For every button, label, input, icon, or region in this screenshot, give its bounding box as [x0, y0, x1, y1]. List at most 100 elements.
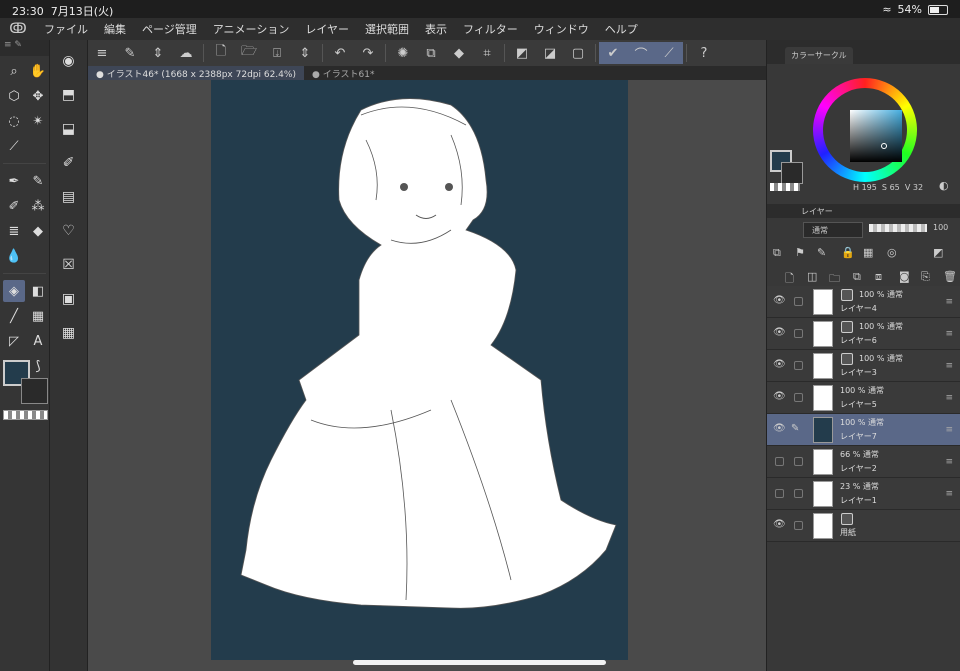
zoom-icon[interactable]: ⌕	[3, 60, 25, 82]
decoration-icon[interactable]: ≣	[3, 220, 25, 242]
saturation-value-square[interactable]	[850, 110, 902, 162]
cloud-icon[interactable]: ☁	[172, 42, 200, 64]
menu-file[interactable]: ファイル	[36, 21, 96, 37]
link-icon[interactable]: ⧈	[875, 270, 882, 284]
panel-sub-color[interactable]	[781, 162, 803, 184]
airbrush-icon[interactable]: ⁂	[27, 195, 49, 217]
layer-row-4[interactable]: 👁 100 % 通常 レイヤー4 ≡	[767, 286, 960, 318]
layer-panel-tab[interactable]: レイヤー	[801, 207, 833, 216]
layer-row-2[interactable]: 66 % 通常 レイヤー2 ≡	[767, 446, 960, 478]
layer-menu-icon[interactable]: ≡	[945, 457, 953, 467]
layer-row-5[interactable]: 👁 100 % 通常 レイヤー5 ≡	[767, 382, 960, 414]
color-mode-icon[interactable]: ◐	[939, 179, 949, 192]
layer-row-paper[interactable]: 👁 用紙	[767, 510, 960, 542]
menu-edit[interactable]: 編集	[96, 21, 134, 37]
redo-icon[interactable]: ↷	[354, 42, 382, 64]
loading-icon[interactable]: ✺	[389, 42, 417, 64]
color-panel-tab[interactable]: カラーサークル	[785, 47, 853, 64]
layer-row-3[interactable]: 👁 100 % 通常 レイヤー3 ≡	[767, 350, 960, 382]
new-vector-icon[interactable]: ◫	[807, 270, 817, 283]
open-folder-icon[interactable]: 🗁	[235, 42, 263, 64]
undo-icon[interactable]: ↶	[326, 42, 354, 64]
film-icon[interactable]: ▣	[56, 286, 82, 312]
eye-icon[interactable]: 👁	[773, 519, 786, 530]
selection2-icon[interactable]: ◪	[536, 42, 564, 64]
fill-refer-icon[interactable]: ◉	[56, 48, 82, 74]
pen-icon[interactable]: ✒	[3, 170, 25, 192]
frame-icon[interactable]: ▦	[27, 305, 49, 327]
lock-transparent-icon[interactable]: ▦	[863, 246, 873, 259]
hand-icon[interactable]: ✋	[27, 60, 49, 82]
app-logo-icon[interactable]: ↂ	[0, 21, 36, 37]
eye-icon[interactable]: 👁	[773, 327, 786, 338]
gradient-icon[interactable]: ◧	[27, 280, 49, 302]
trash-icon[interactable]: 🗑	[943, 270, 957, 283]
heart-box-icon[interactable]: ♡	[56, 218, 82, 244]
eye-icon[interactable]: 👁	[773, 359, 786, 370]
brush-icon[interactable]: ✐	[3, 195, 25, 217]
layer-menu-icon[interactable]: ≡	[945, 489, 953, 499]
copy-icon[interactable]: ⧉	[417, 42, 445, 64]
menu-selection[interactable]: 選択範囲	[357, 21, 417, 37]
blend-mode-select[interactable]: 通常	[803, 222, 863, 238]
tab-illust61[interactable]: ● イラスト61*	[304, 66, 383, 80]
layer-menu-icon[interactable]: ≡	[945, 361, 953, 371]
eye-icon[interactable]: 👁	[773, 391, 786, 402]
transparent-color-swatch[interactable]	[3, 410, 48, 420]
edit-icon[interactable]: ✎	[116, 42, 144, 64]
fill-close-gap-icon[interactable]: ⬒	[56, 82, 82, 108]
menu-filter[interactable]: フィルター	[455, 21, 526, 37]
canvas-area[interactable]	[88, 80, 766, 671]
menu-page[interactable]: ページ管理	[134, 21, 205, 37]
arrows-icon[interactable]: ⇕	[144, 42, 172, 64]
eye-icon[interactable]: 👁	[773, 295, 786, 306]
fill-brush-icon[interactable]: ✐	[56, 150, 82, 176]
color-wheel[interactable]	[813, 78, 917, 182]
fill-icon[interactable]: ◈	[3, 280, 25, 302]
stroke-check-icon[interactable]: ✔	[599, 42, 627, 64]
blend-icon[interactable]: 💧	[3, 245, 25, 267]
opacity-value[interactable]: 100	[933, 223, 948, 232]
object-icon[interactable]: ⬡	[3, 85, 25, 107]
menu-layer[interactable]: レイヤー	[297, 21, 357, 37]
clip-icon[interactable]: ⧉	[773, 246, 781, 260]
move-icon[interactable]: ✥	[27, 85, 49, 107]
fill-paint-icon[interactable]: ⬓	[56, 116, 82, 142]
layer-row-1[interactable]: 23 % 通常 レイヤー1 ≡	[767, 478, 960, 510]
layer-row-6[interactable]: 👁 100 % 通常 レイヤー6 ≡	[767, 318, 960, 350]
selection3-icon[interactable]: ▢	[564, 42, 592, 64]
layer-row-7[interactable]: 👁 ✎ 100 % 通常 レイヤー7 ≡	[767, 414, 960, 446]
draft-icon[interactable]: ✎	[817, 246, 826, 259]
grid-icon[interactable]: ▦	[56, 320, 82, 346]
mask-icon[interactable]: ◎	[887, 246, 897, 259]
menu-help[interactable]: ヘルプ	[597, 21, 646, 37]
reference-icon[interactable]: ⚑	[795, 246, 805, 259]
ruler-icon[interactable]: ◸	[3, 330, 25, 352]
layer-menu-icon[interactable]: ≡	[945, 393, 953, 403]
eyedropper-icon[interactable]: ⟋	[3, 135, 25, 157]
fill-bucket-icon[interactable]: ◆	[445, 42, 473, 64]
pencil-icon[interactable]: ✎	[27, 170, 49, 192]
new-file-icon[interactable]: 🗋	[207, 42, 235, 64]
menu-animation[interactable]: アニメーション	[205, 21, 298, 37]
transform-icon[interactable]: ⌗	[473, 42, 501, 64]
figure-icon[interactable]: ╱	[3, 305, 25, 327]
help-icon[interactable]: ?	[690, 42, 718, 64]
sub-color-swatch[interactable]	[21, 378, 48, 404]
opacity-slider[interactable]	[869, 224, 927, 232]
stroke-line-icon[interactable]: ⟋	[655, 42, 683, 64]
selection-icon[interactable]: ◩	[508, 42, 536, 64]
eraser-icon[interactable]: ◆	[27, 220, 49, 242]
lock-icon[interactable]: 🔒	[841, 246, 855, 259]
text-icon[interactable]: A	[27, 330, 49, 352]
menu-icon[interactable]: ≡	[88, 42, 116, 64]
layer-menu-icon[interactable]: ≡	[945, 297, 953, 307]
home-indicator[interactable]	[353, 660, 606, 665]
stroke-curve-icon[interactable]: ⌒	[627, 42, 655, 64]
menu-window[interactable]: ウィンドウ	[526, 21, 597, 37]
save-icon[interactable]: ⍗	[263, 42, 291, 64]
merge-icon[interactable]: ⧉	[853, 270, 861, 284]
tab-illust46[interactable]: ● イラスト46* (1668 x 2388px 72dpi 62.4%)	[88, 66, 304, 80]
eye-icon[interactable]: 👁	[773, 423, 786, 434]
menu-view[interactable]: 表示	[417, 21, 455, 37]
